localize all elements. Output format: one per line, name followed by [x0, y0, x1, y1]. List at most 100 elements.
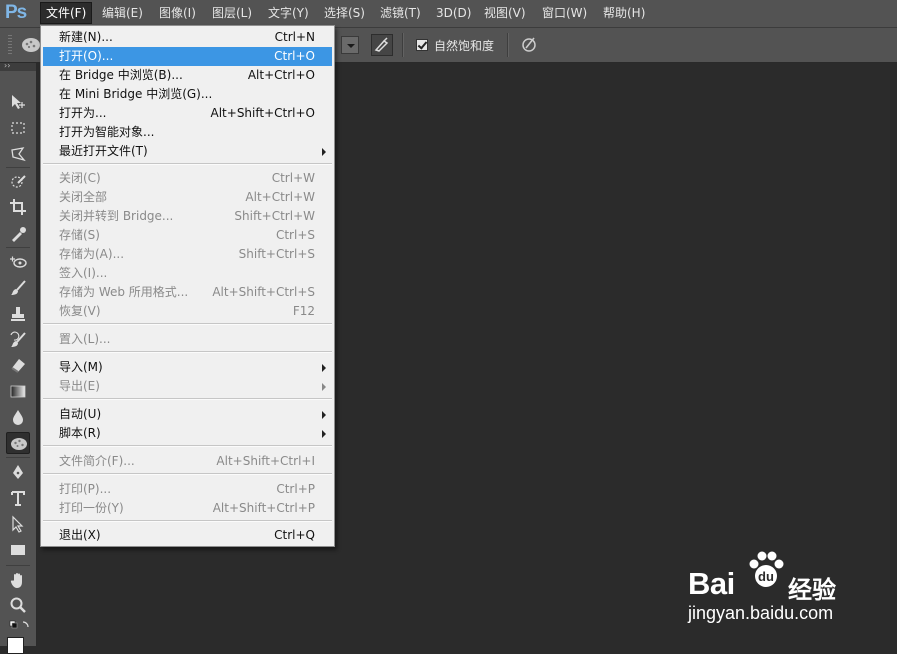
menu-help[interactable]: 帮助(H): [598, 3, 650, 23]
move-icon[interactable]: [6, 91, 30, 113]
menu-item-export[interactable]: 导出(E): [43, 377, 332, 396]
menu-item-recent-files[interactable]: 最近打开文件(T): [43, 142, 332, 161]
airbrush-icon[interactable]: [371, 34, 393, 56]
eyedropper-icon[interactable]: [6, 223, 30, 245]
menu-item-exit[interactable]: 退出(X) Ctrl+Q: [43, 526, 332, 545]
menu-item-close-go-bridge[interactable]: 关闭并转到 Bridge... Shift+Ctrl+W: [43, 207, 332, 226]
menu-item-browse-mini-bridge[interactable]: 在 Mini Bridge 中浏览(G)...: [43, 85, 332, 104]
menu-separator: [43, 323, 332, 325]
menu-item-shortcut: Alt+Shift+Ctrl+I: [216, 454, 315, 468]
menu-item-label: 存储为 Web 所用格式...: [59, 285, 189, 299]
menu-item-shortcut: Ctrl+P: [276, 482, 315, 496]
menu-item-shortcut: Shift+Ctrl+W: [234, 209, 315, 223]
menu-item-close-all[interactable]: 关闭全部 Alt+Ctrl+W: [43, 188, 332, 207]
toolbox-header[interactable]: ››: [0, 61, 36, 71]
pressure-icon[interactable]: [519, 34, 541, 56]
menu-item-shortcut: Ctrl+N: [274, 30, 315, 44]
menu-item-check-in[interactable]: 签入(I)...: [43, 264, 332, 283]
menu-item-label: 置入(L)...: [59, 332, 111, 346]
menu-separator: [43, 398, 332, 400]
menu-item-automate[interactable]: 自动(U): [43, 405, 332, 424]
menu-view[interactable]: 视图(V): [479, 3, 531, 23]
menu-item-label: 新建(N)...: [59, 30, 113, 44]
menu-item-save-for-web[interactable]: 存储为 Web 所用格式... Alt+Shift+Ctrl+S: [43, 283, 332, 302]
eraser-icon[interactable]: [6, 354, 30, 376]
menu-item-scripts[interactable]: 脚本(R): [43, 424, 332, 443]
menu-item-place[interactable]: 置入(L)...: [43, 330, 332, 349]
toolbox-divider: [6, 565, 30, 566]
menu-filter[interactable]: 滤镜(T): [375, 3, 426, 23]
toolbox-divider: [6, 457, 30, 458]
menu-item-print-one[interactable]: 打印一份(Y) Alt+Shift+Ctrl+P: [43, 499, 332, 518]
menu-item-import[interactable]: 导入(M): [43, 358, 332, 377]
sponge-icon[interactable]: [6, 432, 30, 454]
menu-item-file-info[interactable]: 文件简介(F)... Alt+Shift+Ctrl+I: [43, 452, 332, 471]
vibrance-checkbox[interactable]: [416, 39, 428, 51]
quick-select-icon[interactable]: [6, 171, 30, 193]
options-divider: [402, 33, 404, 57]
menu-type[interactable]: 文字(Y): [263, 3, 314, 23]
menu-edit[interactable]: 编辑(E): [97, 3, 148, 23]
menu-item-label: 签入(I)...: [59, 266, 108, 280]
type-icon[interactable]: [6, 487, 30, 509]
paw-logo-icon: du: [749, 551, 784, 587]
menu-item-label: 关闭(C): [59, 171, 101, 185]
menu-item-save[interactable]: 存储(S) Ctrl+S: [43, 226, 332, 245]
menu-item-close[interactable]: 关闭(C) Ctrl+W: [43, 169, 332, 188]
menu-item-label: 存储(S): [59, 228, 100, 242]
marquee-icon[interactable]: [6, 117, 30, 139]
menu-3d[interactable]: 3D(D): [431, 3, 476, 23]
toolbox-divider: [6, 247, 30, 248]
menu-item-label: 关闭并转到 Bridge...: [59, 209, 174, 223]
menu-item-shortcut: Ctrl+W: [271, 171, 315, 185]
menu-item-revert[interactable]: 恢复(V) F12: [43, 302, 332, 321]
menu-separator: [43, 520, 332, 522]
stamp-icon[interactable]: [6, 303, 30, 325]
menu-item-new[interactable]: 新建(N)... Ctrl+N: [43, 28, 332, 47]
menu-item-label: 在 Mini Bridge 中浏览(G)...: [59, 87, 213, 101]
menu-bar: Ps 文件(F) 编辑(E) 图像(I) 图层(L) 文字(Y) 选择(S) 滤…: [0, 0, 897, 28]
history-brush-icon[interactable]: [6, 329, 30, 351]
menu-image[interactable]: 图像(I): [154, 3, 201, 23]
hand-icon[interactable]: [6, 569, 30, 591]
options-grip[interactable]: [8, 35, 12, 55]
menu-layer[interactable]: 图层(L): [207, 3, 257, 23]
menu-item-shortcut: Alt+Shift+Ctrl+S: [212, 285, 315, 299]
menu-item-shortcut: Ctrl+S: [275, 228, 315, 242]
blur-icon[interactable]: [6, 406, 30, 428]
menu-window[interactable]: 窗口(W): [537, 3, 592, 23]
color-swap-icon[interactable]: [6, 617, 30, 631]
crop-icon[interactable]: [6, 196, 30, 218]
brush-icon[interactable]: [6, 277, 30, 299]
submenu-arrow-icon: [322, 148, 326, 156]
mode-dropdown[interactable]: [341, 36, 359, 54]
menu-separator: [43, 445, 332, 447]
menu-item-print[interactable]: 打印(P)... Ctrl+P: [43, 480, 332, 499]
zoom-icon[interactable]: [6, 594, 30, 616]
lasso-icon[interactable]: [6, 143, 30, 165]
menu-item-label: 脚本(R): [59, 426, 101, 440]
vibrance-label: 自然饱和度: [434, 39, 495, 53]
menu-item-label: 打开为...: [59, 106, 107, 120]
sponge-icon[interactable]: [20, 35, 42, 55]
path-select-icon[interactable]: [6, 513, 30, 535]
menu-file[interactable]: 文件(F): [40, 2, 93, 24]
menu-item-open-as[interactable]: 打开为... Alt+Shift+Ctrl+O: [43, 104, 332, 123]
rectangle-icon[interactable]: [6, 539, 30, 561]
menu-select[interactable]: 选择(S): [319, 3, 370, 23]
gradient-icon[interactable]: [6, 380, 30, 402]
pen-icon[interactable]: [6, 461, 30, 483]
watermark-brand: Bai: [688, 566, 735, 601]
healing-icon[interactable]: [6, 251, 30, 273]
menu-item-browse-bridge[interactable]: 在 Bridge 中浏览(B)... Alt+Ctrl+O: [43, 66, 332, 85]
ps-logo: Ps: [5, 2, 27, 23]
menu-item-label: 最近打开文件(T): [59, 144, 148, 158]
menu-item-open[interactable]: 打开(O)... Ctrl+O: [43, 47, 332, 66]
options-divider: [507, 33, 509, 57]
menu-item-open-smart-object[interactable]: 打开为智能对象...: [43, 123, 332, 142]
menu-item-label: 导入(M): [59, 360, 103, 374]
menu-item-label: 在 Bridge 中浏览(B)...: [59, 68, 183, 82]
menu-item-label: 存储为(A)...: [59, 247, 125, 261]
menu-item-save-as[interactable]: 存储为(A)... Shift+Ctrl+S: [43, 245, 332, 264]
menu-item-shortcut: F12: [292, 304, 315, 318]
